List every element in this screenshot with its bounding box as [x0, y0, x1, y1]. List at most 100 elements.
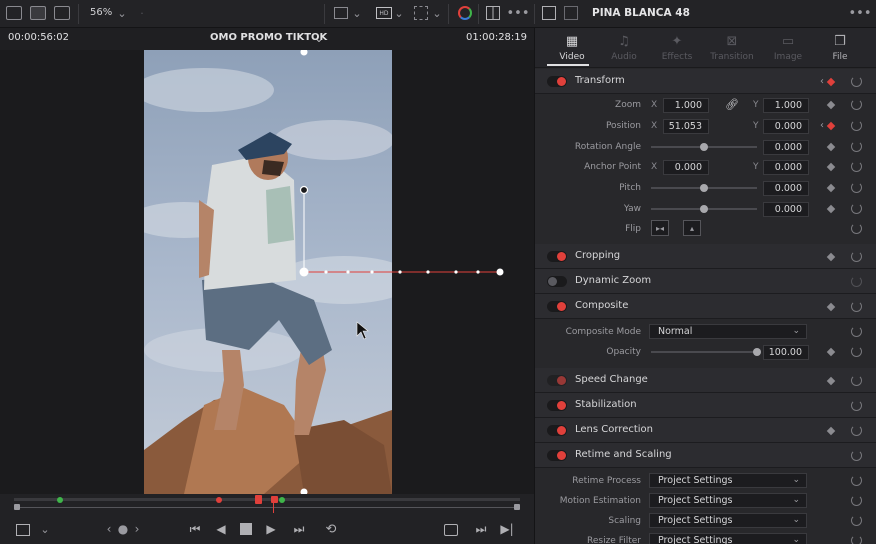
dynamic-zoom-toggle[interactable] [547, 276, 567, 287]
inspector-panel-icon[interactable] [542, 6, 556, 20]
rotation-field[interactable]: 0.000 [763, 140, 809, 155]
zoom-y-field[interactable]: 1.000 [763, 98, 809, 113]
cropping-toggle[interactable] [547, 251, 567, 262]
yaw-field[interactable]: 0.000 [763, 202, 809, 217]
reset-icon[interactable] [851, 346, 862, 357]
keyframe-icon[interactable] [826, 162, 836, 172]
go-to-end-icon[interactable]: ⏭ [290, 522, 308, 536]
timeline-scrubber[interactable] [0, 494, 534, 516]
chevron-down-icon[interactable]: ⌄ [352, 6, 362, 20]
next-clip-icon[interactable]: ⏭ [474, 522, 488, 536]
section-retime-scaling[interactable]: Retime and Scaling [535, 443, 876, 468]
stabilization-toggle[interactable] [547, 400, 567, 411]
keyframe-icon[interactable] [826, 183, 836, 193]
section-stabilization[interactable]: Stabilization [535, 393, 876, 418]
pitch-field[interactable]: 0.000 [763, 181, 809, 196]
timeline-name[interactable]: OMO PROMO TIKTOK [210, 32, 327, 43]
scaling-dropdown[interactable]: Project Settings ⌄ [649, 513, 807, 528]
reset-icon[interactable] [851, 223, 862, 234]
yaw-slider[interactable] [651, 205, 757, 213]
keyframe-icon[interactable] [826, 302, 836, 312]
jog-right-icon[interactable]: › [132, 522, 142, 536]
tab-audio[interactable]: ♫ Audio [597, 28, 651, 68]
loop-icon[interactable]: ⟲ [322, 522, 340, 537]
tab-file[interactable]: ❒ File [813, 28, 867, 68]
section-speed-change[interactable]: Speed Change [535, 368, 876, 393]
single-viewer-icon[interactable] [6, 6, 22, 20]
transform-tool-icon[interactable] [414, 6, 428, 20]
more-options-icon[interactable]: ••• [507, 6, 530, 21]
anchor-y-field[interactable]: 0.000 [763, 160, 809, 175]
section-cropping[interactable]: Cropping [535, 244, 876, 269]
reset-icon[interactable] [851, 326, 862, 337]
reset-icon[interactable] [851, 141, 862, 152]
opacity-slider[interactable] [651, 348, 761, 356]
opacity-field[interactable]: 100.00 [763, 345, 809, 360]
transform-overlay[interactable] [0, 50, 534, 494]
keyframe-icon[interactable] [826, 347, 836, 357]
slider-knob[interactable] [700, 205, 708, 213]
more-options-icon[interactable]: ••• [849, 6, 872, 21]
reset-icon[interactable] [851, 375, 862, 386]
chevron-down-icon[interactable]: ⌄ [314, 30, 324, 46]
section-lens-correction[interactable]: Lens Correction [535, 418, 876, 443]
split-view-icon[interactable] [486, 6, 500, 20]
lens-correction-toggle[interactable] [547, 425, 567, 436]
slider-knob[interactable] [753, 348, 761, 356]
rotation-slider[interactable] [651, 143, 757, 151]
tab-effects[interactable]: ✦ Effects [650, 28, 704, 68]
pitch-slider[interactable] [651, 184, 757, 192]
keyframe-prev-icon[interactable]: ‹ [818, 74, 826, 88]
composite-mode-dropdown[interactable]: Normal ⌄ [649, 324, 807, 339]
keyframe-icon[interactable] [826, 376, 836, 386]
slider-knob[interactable] [700, 143, 708, 151]
motion-estimation-dropdown[interactable]: Project Settings ⌄ [649, 493, 807, 508]
flip-vertical-icon[interactable]: ▴ [683, 220, 701, 236]
keyframe-icon[interactable] [826, 252, 836, 262]
flip-horizontal-icon[interactable]: ▸◂ [651, 220, 669, 236]
tab-transition[interactable]: ⊠ Transition [705, 28, 759, 68]
reset-icon[interactable] [851, 515, 862, 526]
stop-icon[interactable] [240, 523, 252, 535]
section-composite[interactable]: Composite [535, 294, 876, 319]
marker-green[interactable] [57, 497, 63, 503]
retime-toggle[interactable] [547, 450, 567, 461]
reset-icon[interactable] [851, 203, 862, 214]
anchor-x-field[interactable]: 0.000 [663, 160, 709, 175]
transform-toggle[interactable] [547, 76, 567, 87]
chevron-down-icon[interactable]: ⌄ [116, 6, 128, 20]
slider-knob[interactable] [700, 184, 708, 192]
position-x-field[interactable]: 51.053 [663, 119, 709, 134]
play-reverse-icon[interactable]: ◀ [214, 522, 228, 536]
chevron-down-icon[interactable]: ⌄ [394, 6, 404, 20]
reset-icon[interactable] [851, 120, 862, 131]
retime-process-dropdown[interactable]: Project Settings ⌄ [649, 473, 807, 488]
playhead-marker[interactable] [271, 496, 278, 503]
section-dynamic-zoom[interactable]: Dynamic Zoom [535, 269, 876, 294]
keyframe-icon[interactable] [826, 121, 836, 131]
reset-icon[interactable] [851, 76, 862, 87]
match-frame-icon[interactable] [444, 524, 458, 536]
speed-change-toggle[interactable] [547, 375, 567, 386]
crop-tool-icon[interactable] [16, 524, 30, 536]
play-icon[interactable]: ▶ [264, 522, 278, 536]
hd-output-icon[interactable]: HD [376, 7, 392, 19]
reset-icon[interactable] [851, 400, 862, 411]
go-to-start-icon[interactable]: ⏮ [186, 522, 204, 536]
resize-filter-dropdown[interactable]: Project Settings ⌄ [649, 533, 807, 544]
keyframe-icon[interactable] [826, 204, 836, 214]
reset-icon[interactable] [851, 535, 862, 544]
video-viewer[interactable] [0, 50, 534, 494]
sidebar-panel-icon[interactable] [564, 6, 578, 20]
playhead[interactable] [255, 495, 262, 504]
marker-red[interactable] [216, 497, 222, 503]
keyframe-icon[interactable] [826, 142, 836, 152]
jog-left-icon[interactable]: ‹ [104, 522, 114, 536]
color-wheel-icon[interactable] [458, 6, 472, 20]
reset-icon[interactable] [851, 161, 862, 172]
monitor-icon[interactable] [334, 7, 348, 19]
tab-image[interactable]: ▭ Image [761, 28, 815, 68]
chevron-down-icon[interactable]: ⌄ [40, 522, 50, 536]
keyframe-icon[interactable] [826, 426, 836, 436]
chevron-down-icon[interactable]: ⌄ [432, 6, 442, 20]
